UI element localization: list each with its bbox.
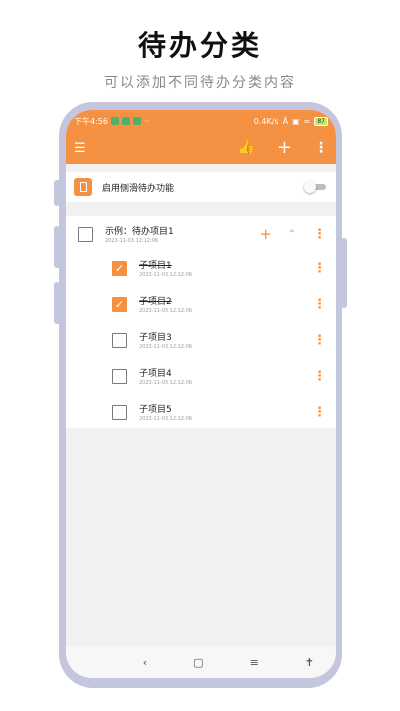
subitem-checkbox[interactable]	[112, 332, 127, 348]
subitem-row[interactable]: 子项目3 2023-11-03 12:12:06 ⋮	[66, 322, 336, 358]
todo-checkbox[interactable]	[78, 226, 93, 242]
promo-subtitle: 可以添加不同待办分类内容	[104, 75, 296, 91]
thumbs-up-icon[interactable]: 👍	[237, 140, 254, 156]
swipe-feature-toggle[interactable]	[304, 181, 328, 193]
subitem-title: 子项目4	[139, 369, 172, 379]
subitem-date: 2023-11-03 12:12:06	[139, 344, 193, 350]
more-vert-icon[interactable]: ⋮	[313, 333, 326, 348]
todo-title: 示例：待办项目1	[105, 227, 174, 237]
more-vert-icon[interactable]: ⋮	[313, 405, 326, 420]
subitem-title: 子项目3	[139, 333, 172, 343]
phone-side-button	[54, 226, 60, 268]
subitem-row[interactable]: ✓ 子项目1 2023-11-03 12:12:06 ⋮	[66, 250, 336, 286]
network-speed: 0.4K/s	[253, 116, 279, 126]
todo-date: 2023-11-03 12:12:06	[105, 238, 159, 244]
swipe-feature-label: 启用侧滑待办功能	[102, 183, 175, 194]
promo-title: 待办分类	[137, 29, 262, 62]
subitem-checkbox[interactable]: ✓	[112, 296, 127, 312]
battery-level: 87	[314, 116, 328, 126]
subitem-date: 2023-11-03 12:12:06	[139, 272, 193, 278]
phone-side-button	[54, 282, 60, 324]
chevron-up-icon[interactable]: ⌃	[288, 229, 296, 240]
more-vert-icon[interactable]: ⋮	[314, 140, 328, 156]
app-toolbar: ☰ 👍 + ⋮	[66, 132, 336, 164]
notification-icon	[121, 117, 130, 125]
subitem-title: 子项目5	[139, 405, 172, 415]
subitem-checkbox[interactable]	[112, 368, 127, 384]
accessibility-icon[interactable]: ✝	[305, 656, 314, 669]
subitem-checkbox[interactable]: ✓	[112, 260, 127, 276]
phone-side-button	[54, 180, 60, 206]
phone-screen: 下午4:56 ·· 0.4K/s Å ▣ ≈ 87 ☰ 👍 + ⋮ 启用侧滑待办…	[66, 110, 336, 678]
home-icon[interactable]: ▢	[193, 656, 203, 669]
more-vert-icon[interactable]: ⋮	[313, 261, 326, 276]
list-icon[interactable]: ☰	[74, 141, 86, 156]
recents-icon[interactable]: ≡	[250, 656, 259, 669]
swipe-feature-icon	[74, 178, 92, 196]
subitem-date: 2023-11-03 12:12:06	[139, 380, 193, 386]
notification-icon	[132, 117, 141, 125]
subitem-row[interactable]: ✓ 子项目2 2023-11-03 12:12:06 ⋮	[66, 286, 336, 322]
more-vert-icon[interactable]: ⋮	[313, 369, 326, 384]
status-bar: 下午4:56 ·· 0.4K/s Å ▣ ≈ 87	[66, 110, 336, 132]
notification-icon	[110, 117, 119, 125]
phone-power-button	[341, 238, 347, 308]
status-time: 下午4:56	[74, 116, 108, 126]
subitem-date: 2023-11-03 12:12:06	[139, 416, 193, 422]
bluetooth-icon: Å	[282, 116, 289, 126]
todo-group-card: 示例：待办项目1 2023-11-03 12:12:06 + ⌃ ⋮ ✓ 子项目…	[66, 216, 336, 428]
system-nav-bar: ‹ ▢ ≡ ✝	[66, 646, 336, 678]
more-vert-icon[interactable]: ⋮	[313, 227, 326, 242]
notification-more: ··	[143, 116, 150, 126]
subitem-title: 子项目1	[139, 261, 172, 271]
wifi-icon: ≈	[303, 116, 311, 126]
subitem-row[interactable]: 子项目5 2023-11-03 12:12:06 ⋮	[66, 394, 336, 430]
todo-item[interactable]: 示例：待办项目1 2023-11-03 12:12:06 + ⌃ ⋮	[66, 216, 336, 252]
subitem-title: 子项目2	[139, 297, 172, 307]
back-icon[interactable]: ‹	[143, 656, 147, 669]
subitem-row[interactable]: 子项目4 2023-11-03 12:12:06 ⋮	[66, 358, 336, 394]
plus-icon[interactable]: +	[277, 139, 292, 157]
add-subitem-icon[interactable]: +	[259, 225, 272, 243]
subitem-date: 2023-11-03 12:12:06	[139, 308, 193, 314]
sim-icon: ▣	[292, 116, 300, 126]
subitem-checkbox[interactable]	[112, 404, 127, 420]
swipe-todo-setting: 启用侧滑待办功能	[66, 172, 336, 202]
more-vert-icon[interactable]: ⋮	[313, 297, 326, 312]
